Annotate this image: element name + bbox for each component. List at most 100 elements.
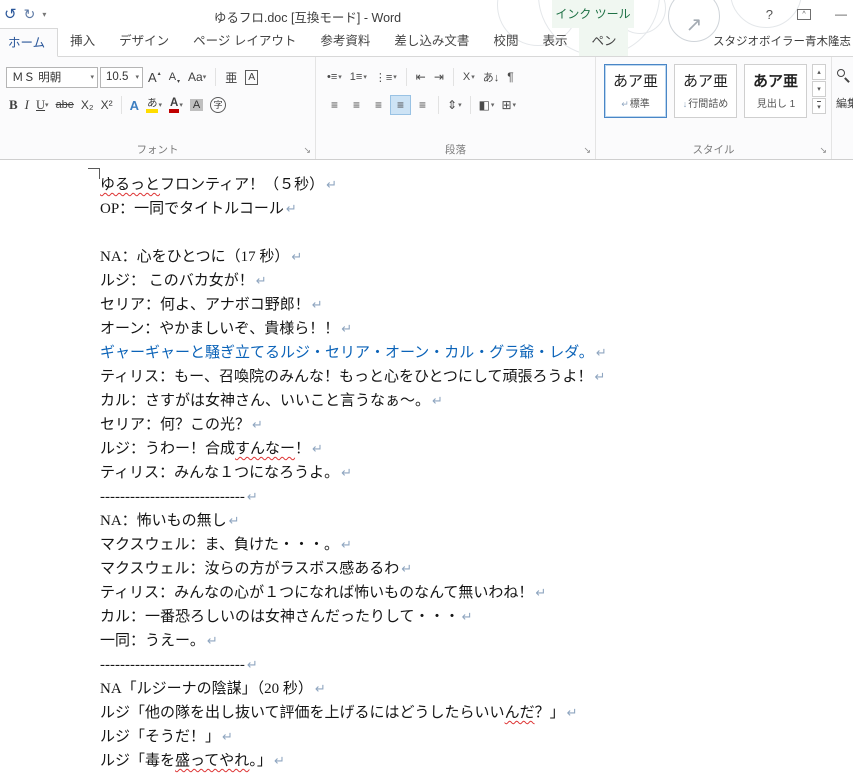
- doc-line[interactable]: 一同：うえー。 ↵: [100, 629, 853, 653]
- doc-line[interactable]: ティリス：みんな１つになろうよ。 ↵: [100, 461, 853, 485]
- doc-text-run: NA：怖いもの無し: [100, 513, 227, 529]
- superscript-button[interactable]: X²: [98, 95, 116, 116]
- doc-line[interactable]: カル：一番恐ろしいのは女神さんだったりして・・・ ↵: [100, 605, 853, 629]
- doc-line[interactable]: ギャーギャーと騒ぎ立てるルジ・セリア・オーン・カル・グラ爺・レダ。 ↵: [100, 341, 853, 365]
- doc-line[interactable]: オーン：やかましいぞ、貴様ら！！ ↵: [100, 317, 853, 341]
- style-normal[interactable]: あア亜 ↵標準: [604, 64, 667, 118]
- align-left-button[interactable]: ≡: [324, 95, 345, 115]
- doc-line[interactable]: ルジ：うわー！合成すんなー！ ↵: [100, 437, 853, 461]
- font-dialog-launcher-icon[interactable]: ↘: [303, 145, 311, 156]
- distribute-button[interactable]: ≡: [412, 95, 433, 115]
- text-effects-button[interactable]: A: [127, 95, 142, 116]
- strikethrough-icon: abe: [55, 99, 74, 111]
- doc-line[interactable]: ----------------------------- ↵: [100, 485, 853, 509]
- tab-mailings[interactable]: 差し込み文書: [382, 27, 481, 56]
- doc-line[interactable]: カル：さすがは女神さん、いいこと言うなぁ～。 ↵: [100, 389, 853, 413]
- account-name[interactable]: スタジオボイラー青木隆志: [713, 28, 853, 56]
- ruby-button[interactable]: 亜: [222, 67, 240, 88]
- styles-scroll-down-button[interactable]: ▾: [812, 81, 826, 97]
- font-name-combo[interactable]: ＭＳ 明朝 ▾: [6, 66, 98, 88]
- tab-insert[interactable]: 挿入: [58, 27, 107, 56]
- asian-layout-icon: X: [462, 71, 471, 83]
- undo-icon[interactable]: ↺: [4, 5, 17, 23]
- doc-line[interactable]: ルジ「そうだ！」 ↵: [100, 725, 853, 749]
- doc-line[interactable]: ----------------------------- ↵: [100, 653, 853, 677]
- underline-button[interactable]: U ▾: [33, 95, 52, 116]
- customize-qat-icon[interactable]: ▾: [42, 10, 46, 19]
- chevron-down-icon: ▾: [158, 102, 162, 109]
- doc-line[interactable]: マクスウェル：汝らの方がラスボス感あるわ ↵: [100, 557, 853, 581]
- align-center-button[interactable]: ≡: [346, 95, 367, 115]
- multilevel-list-button[interactable]: ⋮≡ ▾: [372, 67, 400, 87]
- doc-line[interactable]: ゆるっとフロンティア！（５秒） ↵: [100, 173, 853, 197]
- doc-line[interactable]: [100, 221, 853, 245]
- strikethrough-button[interactable]: abe: [53, 95, 77, 116]
- style-no-spacing[interactable]: あア亜 ↓行間詰め: [674, 64, 737, 118]
- doc-line[interactable]: ルジ「他の隊を出し抜いて評価を上げるにはどうしたらいいんだ？」 ↵: [100, 701, 853, 725]
- borders-button[interactable]: ⊞ ▾: [498, 95, 519, 115]
- doc-line[interactable]: セリア：何？この光？ ↵: [100, 413, 853, 437]
- grow-font-button[interactable]: A ▴: [145, 67, 164, 88]
- styles-more-button[interactable]: ▾: [812, 98, 826, 114]
- styles-scroll-up-button[interactable]: ▴: [812, 64, 826, 80]
- justify-button[interactable]: ≡: [390, 95, 411, 115]
- document-text[interactable]: ゆるっとフロンティア！（５秒） ↵ OP：一同でタイトルコール ↵ NA：心をひとつに（…: [100, 173, 853, 773]
- decrease-indent-button[interactable]: ⇤: [413, 67, 429, 87]
- increase-indent-button[interactable]: ⇥: [431, 67, 447, 87]
- font-size-combo[interactable]: 10.5 ▾: [100, 66, 143, 88]
- tab-home[interactable]: ホーム: [0, 28, 59, 57]
- document-area[interactable]: ゆるっとフロンティア！（５秒） ↵ OP：一同でタイトルコール ↵ NA：心をひとつに（…: [0, 160, 853, 773]
- chevron-down-icon[interactable]: ▾: [131, 73, 139, 81]
- styles-dialog-launcher-icon[interactable]: ↘: [819, 145, 827, 156]
- tab-design[interactable]: デザイン: [107, 27, 181, 56]
- style-heading-1[interactable]: あア亜 見出し 1: [744, 64, 807, 118]
- tab-pen[interactable]: ペン: [579, 27, 629, 56]
- shrink-font-button[interactable]: A ▾: [166, 67, 183, 88]
- bullets-icon: •≡: [327, 71, 338, 83]
- tab-page-layout[interactable]: ページ レイアウト: [181, 27, 308, 56]
- doc-line[interactable]: ティリス：みんなの心が１つになれば怖いものなんて無いわね！ ↵: [100, 581, 853, 605]
- paragraph-dialog-launcher-icon[interactable]: ↘: [583, 145, 591, 156]
- subscript-button[interactable]: X₂: [78, 95, 97, 116]
- tab-review[interactable]: 校閲: [481, 27, 530, 56]
- search-icon[interactable]: [837, 69, 851, 83]
- show-formatting-marks-button[interactable]: ¶: [504, 67, 516, 87]
- sort-button[interactable]: あ↓: [480, 67, 503, 87]
- doc-line[interactable]: セリア：何よ、アナボコ野郎！ ↵: [100, 293, 853, 317]
- enclose-character-button[interactable]: 字: [207, 95, 229, 116]
- editing-group-label[interactable]: 編集: [836, 95, 853, 111]
- highlight-button[interactable]: あ ▾: [143, 95, 165, 116]
- asian-layout-button[interactable]: X ▾: [460, 67, 478, 87]
- character-shading-button[interactable]: A: [187, 95, 206, 116]
- doc-text-run: オーン：やかましいぞ、貴様ら！！: [100, 321, 340, 337]
- doc-line[interactable]: NA：心をひとつに（17 秒） ↵: [100, 245, 853, 269]
- doc-line[interactable]: NA「ルジーナの陰謀」（20 秒） ↵: [100, 677, 853, 701]
- tab-view[interactable]: 表示: [530, 27, 579, 56]
- doc-line[interactable]: ルジ： このバカ女が！ ↵: [100, 269, 853, 293]
- bullets-button[interactable]: •≡ ▾: [324, 67, 345, 87]
- doc-text-run: フロンティア！（５秒）: [160, 177, 325, 193]
- doc-line[interactable]: ルジ「毒を盛ってやれ。」 ↵: [100, 749, 853, 773]
- tab-references[interactable]: 参考資料: [308, 27, 382, 56]
- ribbon-display-options-icon[interactable]: ^: [797, 8, 811, 20]
- doc-text-run: ゆるっと: [100, 177, 161, 193]
- enclose-border-button[interactable]: A: [242, 67, 261, 88]
- line-spacing-button[interactable]: ⇕ ▾: [444, 95, 465, 115]
- numbering-button[interactable]: 1≡ ▾: [347, 67, 370, 87]
- align-right-button[interactable]: ≡: [368, 95, 389, 115]
- bold-button[interactable]: B: [6, 95, 21, 116]
- doc-line[interactable]: NA：怖いもの無し ↵: [100, 509, 853, 533]
- chevron-down-icon[interactable]: ▾: [86, 73, 94, 81]
- help-icon[interactable]: ?: [766, 7, 773, 22]
- redo-icon[interactable]: ↻: [24, 6, 36, 23]
- doc-line[interactable]: マクスウェル：ま、負けた・・・。 ↵: [100, 533, 853, 557]
- font-color-button[interactable]: A ▾: [166, 95, 186, 116]
- change-case-button[interactable]: Aa ▾: [185, 67, 209, 88]
- shading-button[interactable]: ◧ ▾: [476, 95, 498, 115]
- doc-line[interactable]: OP：一同でタイトルコール ↵: [100, 197, 853, 221]
- change-case-icon: Aa: [188, 70, 203, 84]
- doc-text-run: ！: [295, 441, 311, 457]
- minimize-icon[interactable]: —: [835, 7, 847, 21]
- doc-line[interactable]: ティリス：もー、召喚院のみんな！もっと心をひとつにして頑張ろうよ！ ↵: [100, 365, 853, 389]
- italic-button[interactable]: I: [22, 95, 32, 116]
